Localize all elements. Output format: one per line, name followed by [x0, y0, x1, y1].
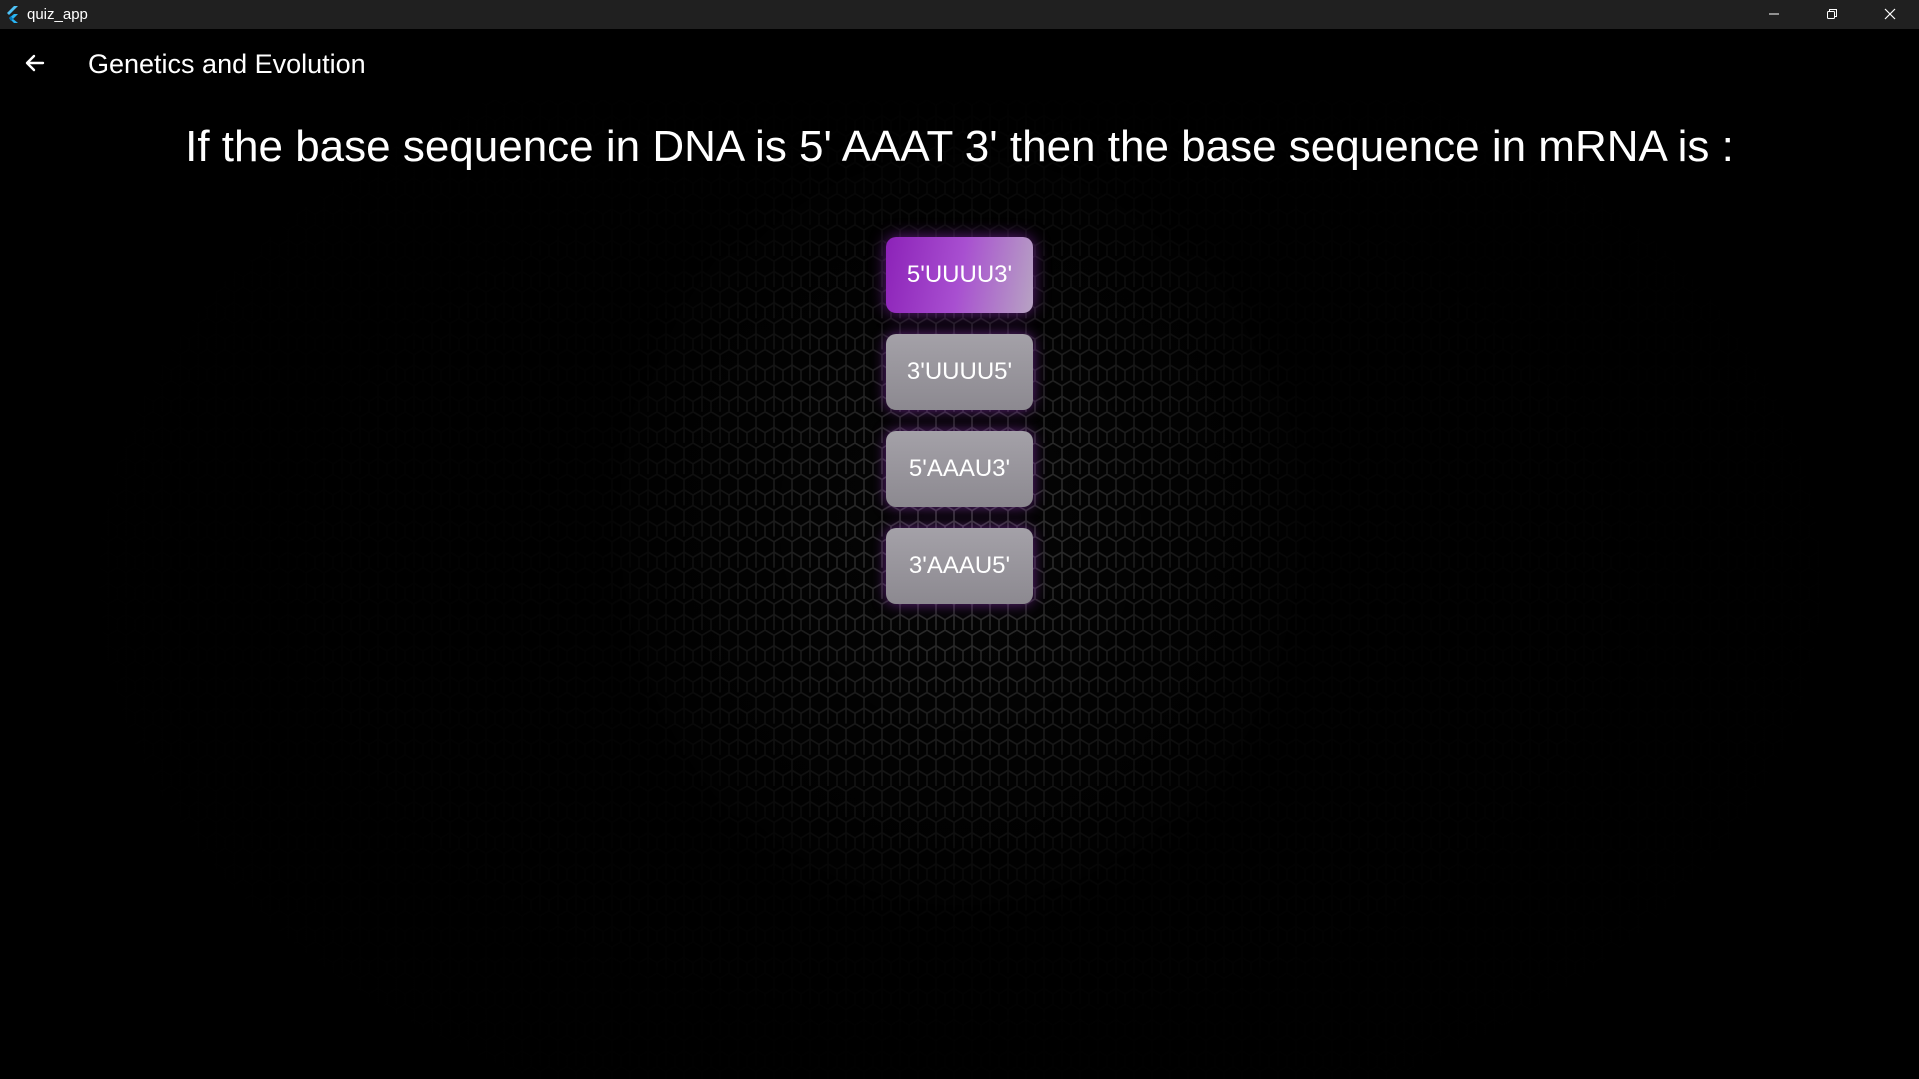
app-window: quiz_app Genetics and Evolution If the b…	[0, 0, 1919, 1079]
title-bar: quiz_app	[0, 0, 1919, 29]
flutter-logo-icon	[5, 6, 21, 24]
close-icon	[1884, 5, 1896, 24]
question-text: If the base sequence in DNA is 5' AAAT 3…	[185, 122, 1734, 171]
page-title: Genetics and Evolution	[88, 49, 366, 79]
window-title: quiz_app	[27, 6, 88, 23]
minimize-button[interactable]	[1745, 0, 1803, 29]
app-bar: Genetics and Evolution	[0, 29, 1919, 100]
options-list: 5'UUUU3' 3'UUUU5' 5'AAAU3' 3'AAAU5'	[0, 237, 1919, 625]
option-button-1[interactable]: 5'UUUU3'	[886, 237, 1033, 313]
restore-icon	[1826, 5, 1838, 24]
option-button-4[interactable]: 3'AAAU5'	[886, 528, 1033, 604]
close-button[interactable]	[1861, 0, 1919, 29]
option-button-2[interactable]: 3'UUUU5'	[886, 334, 1033, 410]
back-button[interactable]	[17, 47, 53, 83]
arrow-left-icon	[23, 51, 47, 79]
restore-button[interactable]	[1803, 0, 1861, 29]
window-controls	[1745, 0, 1919, 29]
minimize-icon	[1768, 5, 1780, 24]
option-button-3[interactable]: 5'AAAU3'	[886, 431, 1033, 507]
quiz-content: If the base sequence in DNA is 5' AAAT 3…	[0, 100, 1919, 1079]
